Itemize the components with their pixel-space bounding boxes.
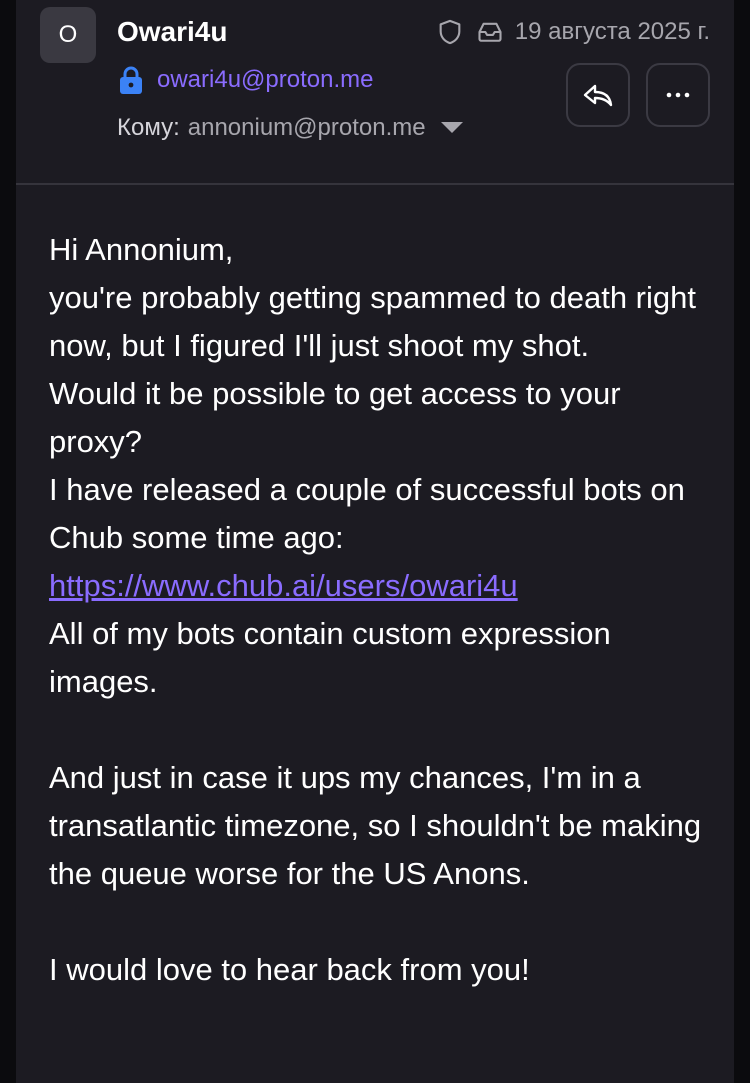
chevron-down-icon[interactable] [440,116,464,140]
sender-email[interactable]: owari4u@proton.me [157,66,373,94]
date-label: 19 августа 2025 г. [514,18,710,45]
sender-email-row: owari4u@proton.me [117,62,373,98]
email-header: O Owari4u 19 августа 2025 г. owari4u@pro… [16,0,734,185]
message-body: Hi Annonium, you're probably getting spa… [49,226,719,994]
chub-profile-link[interactable]: https://www.chub.ai/users/owari4u [49,568,518,603]
greeting: Hi Annonium, [49,232,234,267]
shield-icon[interactable] [435,17,465,47]
message-paragraph: All of my bots contain custom expression… [49,616,611,699]
recipient-address[interactable]: annonium@proton.me [188,114,426,142]
reply-icon [581,78,615,112]
more-icon [661,78,695,112]
reply-button[interactable] [566,63,630,127]
email-view: O Owari4u 19 августа 2025 г. owari4u@pro… [16,0,734,1083]
message-paragraph: Would it be possible to get access to yo… [49,376,621,459]
meta-row: 19 августа 2025 г. [435,14,710,50]
header-divider [16,183,734,185]
inbox-icon[interactable] [475,17,505,47]
closing: I would love to hear back from you! [49,952,530,987]
recipient-row[interactable]: Кому: annonium@proton.me [117,110,464,146]
message-paragraph: you're probably getting spammed to death… [49,280,696,363]
more-options-button[interactable] [646,63,710,127]
to-label: Кому: [117,114,180,141]
message-paragraph: And just in case it ups my chances, I'm … [49,760,702,891]
avatar[interactable]: O [40,7,96,63]
message-paragraph: I have released a couple of successful b… [49,472,685,555]
sender-name[interactable]: Owari4u [117,14,227,50]
lock-icon [117,64,145,96]
